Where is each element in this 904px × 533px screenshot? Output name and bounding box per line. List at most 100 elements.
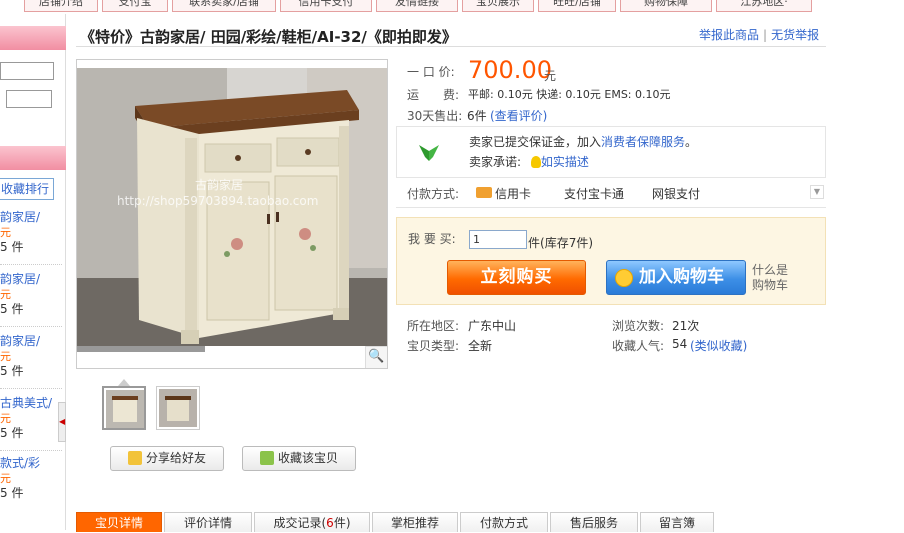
nav-tab-wangwang[interactable]: 旺旺/店铺	[538, 0, 616, 12]
left-sidebar: 收藏排行 韵家居/ 元 5 件 韵家居/ 元 5 件 韵家居/ 元 5 件 古典…	[0, 14, 66, 530]
credit-card-icon	[476, 187, 492, 198]
tab-recommendations[interactable]: 掌柜推荐	[372, 512, 458, 532]
collapse-arrow-icon[interactable]: ◀	[58, 402, 66, 442]
sidebar-item-count: 5 件	[0, 486, 24, 500]
sidebar-item-count: 5 件	[0, 240, 24, 254]
shipping-label: 运 费:	[407, 88, 460, 102]
share-icon	[127, 451, 142, 465]
quantity-unit: 件	[528, 236, 541, 250]
stock-info: 件(库存7件)	[528, 234, 593, 251]
sidebar-search-input[interactable]	[0, 62, 54, 80]
sidebar-item-name[interactable]: 韵家居/	[0, 272, 62, 287]
sidebar-list-item[interactable]: 韵家居/ 元 5 件	[0, 334, 62, 379]
price-unit: 元	[544, 69, 557, 83]
thumbnail-1[interactable]	[102, 386, 146, 430]
guarantee-line-1: 卖家已提交保证金，加入消费者保障服务。	[469, 133, 697, 150]
handshake-icon	[419, 145, 439, 161]
location-label: 所在地区:	[407, 319, 460, 333]
sidebar-item-name[interactable]: 款式/彩	[0, 456, 62, 471]
zoom-magnifier-icon[interactable]: 🔍	[365, 346, 387, 368]
divider	[0, 450, 62, 451]
item-type-label: 宝贝类型:	[407, 339, 460, 353]
nav-tab-links[interactable]: 友情链接	[376, 0, 458, 12]
guarantee-suffix: 。	[685, 135, 698, 149]
divider	[0, 326, 62, 327]
promise-label: 卖家承诺:	[469, 155, 522, 169]
location-value: 广东中山	[468, 319, 517, 333]
nav-tab-display[interactable]: 宝贝展示	[462, 0, 534, 12]
collect-label: 收藏该宝贝	[277, 451, 338, 465]
price-label: 一 口 价:	[407, 65, 455, 79]
similar-favorites-link[interactable]: (类似收藏)	[690, 337, 747, 354]
thumbnail-caret-icon	[118, 379, 130, 386]
payment-method-credit[interactable]: 信用卡	[495, 185, 531, 202]
thumbnail-image	[159, 389, 197, 427]
sidebar-price-input[interactable]	[6, 90, 52, 108]
sidebar-item-name[interactable]: 古典美式/	[0, 396, 62, 411]
divider	[0, 264, 62, 265]
tab-favorites-ranking[interactable]: 收藏排行	[0, 178, 54, 200]
sidebar-item-price: 元	[0, 288, 11, 301]
watermark-url: http://shop59703894.taobao.com	[117, 194, 319, 208]
quantity-input[interactable]: 1	[469, 230, 527, 249]
divider	[76, 46, 826, 47]
accurate-description-link[interactable]: 如实描述	[541, 155, 589, 169]
tab-guestbook[interactable]: 留言簿	[640, 512, 714, 532]
tab-transactions-suffix: 件)	[333, 516, 351, 530]
nav-tab-shop-intro[interactable]: 店铺介绍	[24, 0, 98, 12]
sidebar-list-item[interactable]: 古典美式/ 元 5 件	[0, 396, 62, 441]
payment-method-bank[interactable]: 网银支付	[652, 185, 700, 202]
add-to-cart-button[interactable]: 加入购物车	[606, 260, 746, 295]
consumer-protection-link[interactable]: 消费者保障服务	[601, 135, 685, 149]
product-image[interactable]: 古韵家居 http://shop59703894.taobao.com	[77, 68, 387, 346]
thumbnail-2[interactable]	[156, 386, 200, 430]
tab-transactions-count: 6	[326, 516, 334, 530]
shipping-value: 平邮: 0.10元 快递: 0.10元 EMS: 0.10元	[468, 88, 671, 101]
sidebar-list-item[interactable]: 韵家居/ 元 5 件	[0, 272, 62, 317]
product-title: 《特价》古韵家居/ 田园/彩绘/鞋柜/AI-32/《即拍即发》	[80, 28, 457, 46]
favorites-label: 收藏人气:	[612, 339, 665, 353]
report-links: 举报此商品 | 无货举报	[699, 26, 819, 43]
sold-label: 30天售出:	[407, 109, 463, 123]
collect-icon	[259, 451, 274, 465]
what-is-cart-link[interactable]: 什么是 购物车	[752, 263, 788, 293]
sidebar-list-item[interactable]: 款式/彩 元 5 件	[0, 456, 62, 501]
sidebar-ranking-bar	[0, 146, 66, 170]
thumbnail-image	[106, 390, 144, 428]
sidebar-item-name[interactable]: 韵家居/	[0, 334, 62, 349]
nav-tab-alipay[interactable]: 支付宝	[102, 0, 168, 12]
product-photo-frame: 古韵家居 http://shop59703894.taobao.com 🔍	[76, 59, 388, 369]
sidebar-item-price: 元	[0, 412, 11, 425]
sidebar-item-count: 5 件	[0, 426, 24, 440]
collect-button[interactable]: 收藏该宝贝	[242, 446, 356, 471]
divider	[396, 207, 826, 208]
what-is-cart-line-2: 购物车	[752, 278, 789, 292]
sidebar-item-price: 元	[0, 226, 11, 239]
tab-transactions[interactable]: 成交记录(6件)	[254, 512, 370, 532]
tab-reviews[interactable]: 评价详情	[164, 512, 252, 532]
nav-tab-credit[interactable]: 信用卡支付	[280, 0, 372, 12]
nav-tab-contact[interactable]: 联系卖家/店铺	[172, 0, 276, 12]
view-reviews-link[interactable]: (查看评价)	[490, 107, 547, 124]
views-label: 浏览次数:	[612, 319, 665, 333]
tab-payment[interactable]: 付款方式	[460, 512, 548, 532]
sidebar-item-name[interactable]: 韵家居/	[0, 210, 62, 225]
report-product-link[interactable]: 举报此商品	[699, 28, 759, 42]
no-stock-report-link[interactable]: 无货举报	[771, 28, 819, 42]
tab-item-details[interactable]: 宝贝详情	[76, 512, 162, 532]
expand-payment-icon[interactable]: ▼	[810, 185, 824, 199]
payment-label: 付款方式:	[407, 187, 460, 201]
what-is-cart-line-1: 什么是	[752, 263, 789, 277]
stock-count: (库存7件)	[540, 236, 594, 250]
buy-now-button[interactable]: 立刻购买	[447, 260, 586, 295]
guarantee-box: 卖家已提交保证金，加入消费者保障服务。 卖家承诺: 如实描述	[396, 126, 826, 178]
sidebar-item-count: 5 件	[0, 364, 24, 378]
nav-tab-region[interactable]: 江苏地区·	[716, 0, 812, 12]
share-button[interactable]: 分享给好友	[110, 446, 224, 471]
top-navigation: 店铺介绍 支付宝 联系卖家/店铺 信用卡支付 友情链接 宝贝展示 旺旺/店铺 购…	[0, 0, 904, 14]
sidebar-list-item[interactable]: 韵家居/ 元 5 件	[0, 210, 62, 255]
payment-method-alipay[interactable]: 支付宝卡通	[564, 185, 624, 202]
nav-tab-guarantee[interactable]: 购物保障	[620, 0, 712, 12]
separator: |	[763, 28, 768, 42]
tab-after-sales[interactable]: 售后服务	[550, 512, 638, 532]
